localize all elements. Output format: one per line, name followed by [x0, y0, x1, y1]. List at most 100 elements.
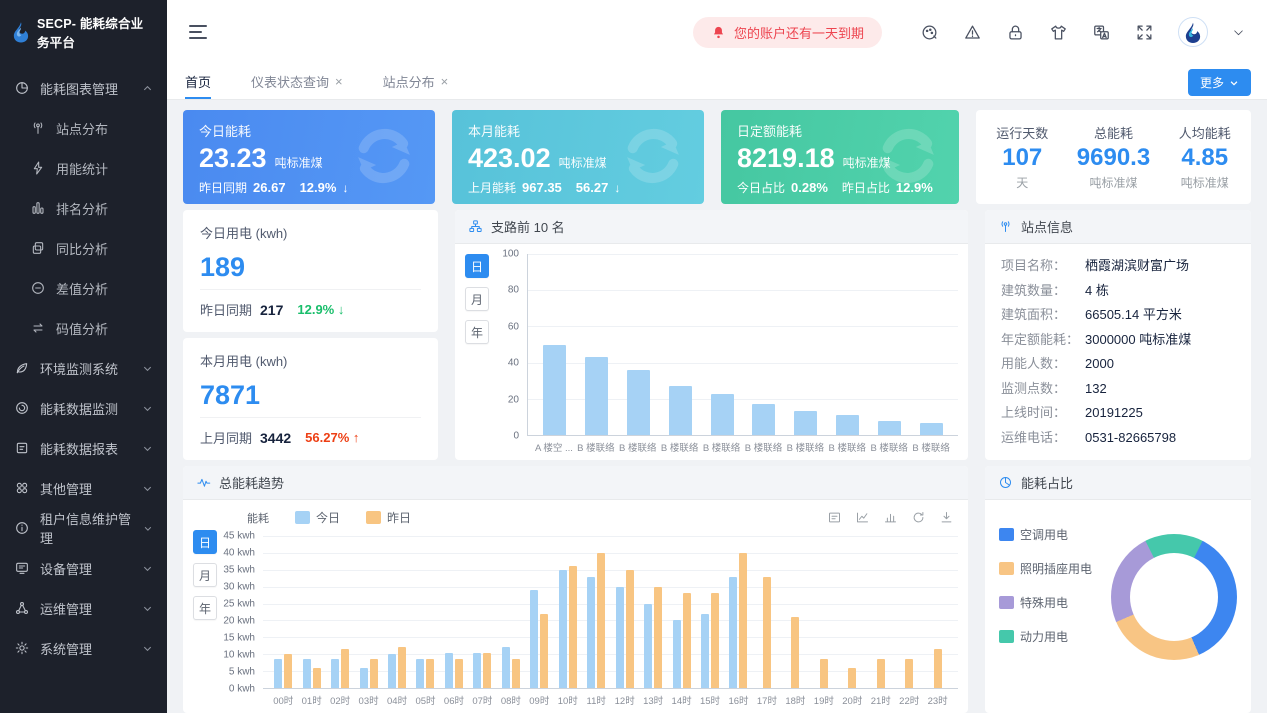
download-icon[interactable]: [939, 510, 954, 525]
bar-group: [440, 536, 468, 688]
bar: [341, 649, 349, 688]
y-tick-label: 40 kwh: [223, 547, 255, 558]
bar-group: [753, 536, 781, 688]
energy-trend-panel: 总能耗趋势 能耗 今日昨日: [183, 466, 968, 713]
x-tick-label: B 楼联络: [910, 436, 952, 454]
bar: [616, 587, 624, 688]
sidebar-item-site-distribution[interactable]: 站点分布: [0, 108, 167, 148]
fullscreen-icon[interactable]: [1135, 23, 1154, 42]
sidebar-item-energy-charts[interactable]: 能耗图表管理: [0, 68, 167, 108]
sidebar-item-energy-data-reports[interactable]: 能耗数据报表: [0, 428, 167, 468]
x-tick-label: 17时: [753, 689, 781, 707]
toggle-year[interactable]: 年: [193, 596, 217, 620]
toggle-day[interactable]: 日: [193, 530, 217, 554]
legend-item[interactable]: 空调用电: [999, 526, 1092, 543]
bar: [530, 590, 538, 688]
lock-icon[interactable]: [1006, 23, 1025, 42]
bar: [711, 394, 734, 435]
y-tick-label: 5 kwh: [229, 666, 255, 677]
legend-item[interactable]: 特殊用电: [999, 594, 1092, 611]
restore-icon[interactable]: [911, 510, 926, 525]
tab-home[interactable]: 首页: [185, 64, 211, 99]
language-icon[interactable]: [1092, 23, 1111, 42]
bar: [274, 659, 282, 688]
bar: [313, 668, 321, 688]
chevron-down-icon: [1229, 78, 1239, 88]
toggle-year[interactable]: 年: [465, 320, 489, 344]
trend-period-toggle: 日 月 年: [183, 526, 217, 713]
sidebar-item-difference-analysis[interactable]: 差值分析: [0, 268, 167, 308]
x-tick-label: 12时: [610, 689, 638, 707]
legend-item[interactable]: 动力用电: [999, 628, 1092, 645]
avatar[interactable]: [1178, 17, 1208, 47]
sidebar-item-device-management[interactable]: 设备管理: [0, 548, 167, 588]
tab-site-distribution[interactable]: 站点分布×: [383, 64, 449, 99]
pie-clock-icon: [998, 475, 1013, 490]
sidebar-item-code-value-analysis[interactable]: 码值分析: [0, 308, 167, 348]
sidebar-item-ops-management[interactable]: 运维管理: [0, 588, 167, 628]
palette-icon[interactable]: [920, 23, 939, 42]
sidebar-item-energy-data-monitoring[interactable]: 能耗数据监测: [0, 388, 167, 428]
report-icon: [14, 440, 30, 456]
sidebar-collapse-icon[interactable]: [189, 25, 209, 39]
y-axis-title: 能耗: [247, 510, 269, 526]
toggle-day[interactable]: 日: [465, 254, 489, 278]
bar: [585, 357, 608, 435]
bar: [416, 659, 424, 688]
energy-share-donut-chart[interactable]: [1111, 534, 1237, 660]
chevron-down-icon: [142, 563, 153, 574]
antenna-icon: [30, 120, 46, 136]
bar: [303, 659, 311, 688]
sidebar-item-tenant-info-management[interactable]: 租户信息维护管理: [0, 508, 167, 548]
bar-group: [554, 536, 582, 688]
bar-chart-icon[interactable]: [883, 510, 898, 525]
x-tick-label: 10时: [554, 689, 582, 707]
warning-icon[interactable]: [963, 23, 982, 42]
bar: [877, 659, 885, 688]
bar: [388, 654, 396, 688]
account-expiry-alert[interactable]: 您的账户还有一天到期: [693, 17, 882, 48]
bar-group: [867, 536, 895, 688]
y-tick-label: 30 kwh: [223, 582, 255, 593]
bar: [752, 404, 775, 435]
x-tick-label: 09时: [525, 689, 553, 707]
shirt-icon[interactable]: [1049, 23, 1068, 42]
x-tick-label: 18时: [781, 689, 809, 707]
bar: [502, 647, 510, 688]
x-tick-label: 06时: [440, 689, 468, 707]
sidebar-item-ranking-analysis[interactable]: 排名分析: [0, 188, 167, 228]
bar-group: [868, 254, 910, 435]
avatar-flame-icon: [1184, 22, 1202, 43]
site-info-row: 项目名称：栖霞湖滨财富广场: [1001, 256, 1235, 276]
close-icon[interactable]: ×: [335, 74, 343, 89]
more-tabs-button[interactable]: 更多: [1188, 69, 1251, 96]
legend-item[interactable]: 照明插座用电: [999, 560, 1092, 577]
bar: [398, 647, 406, 688]
sidebar-item-energy-usage-stats[interactable]: 用能统计: [0, 148, 167, 188]
bar: [284, 654, 292, 688]
chevron-down-icon[interactable]: [1232, 26, 1245, 39]
trend-legend: 今日 昨日: [295, 509, 411, 526]
top-header: 您的账户还有一天到期: [167, 0, 1267, 64]
toggle-month[interactable]: 月: [193, 563, 217, 587]
legend-item[interactable]: 今日: [295, 509, 340, 526]
sidebar-item-system-management[interactable]: 系统管理: [0, 628, 167, 668]
sidebar-item-environment-monitoring[interactable]: 环境监测系统: [0, 348, 167, 388]
line-chart-icon[interactable]: [855, 510, 870, 525]
bar-group: [895, 536, 923, 688]
x-tick-label: 08时: [497, 689, 525, 707]
toggle-month[interactable]: 月: [465, 287, 489, 311]
sidebar-item-other-management[interactable]: 其他管理: [0, 468, 167, 508]
kpi-card-month-energy: 本月能耗 423.02吨标准煤 上月能耗967.3556.27↓: [452, 110, 704, 204]
tab-meter-status[interactable]: 仪表状态查询×: [251, 64, 343, 99]
close-icon[interactable]: ×: [441, 74, 449, 89]
kpi-card-daily-quota-energy: 日定额能耗 8219.18吨标准煤 今日占比0.28%昨日占比12.9%: [721, 110, 959, 204]
x-tick-label: 07时: [468, 689, 496, 707]
data-view-icon[interactable]: [827, 510, 842, 525]
energy-share-panel: 能耗占比 空调用电照明插座用电特殊用电动力用电: [985, 466, 1251, 713]
y-tick-label: 60: [508, 321, 519, 332]
legend-item[interactable]: 昨日: [366, 509, 411, 526]
x-tick-label: B 楼联络: [826, 436, 868, 454]
nodes-icon: [14, 600, 30, 616]
sidebar-item-yoy-analysis[interactable]: 同比分析: [0, 228, 167, 268]
